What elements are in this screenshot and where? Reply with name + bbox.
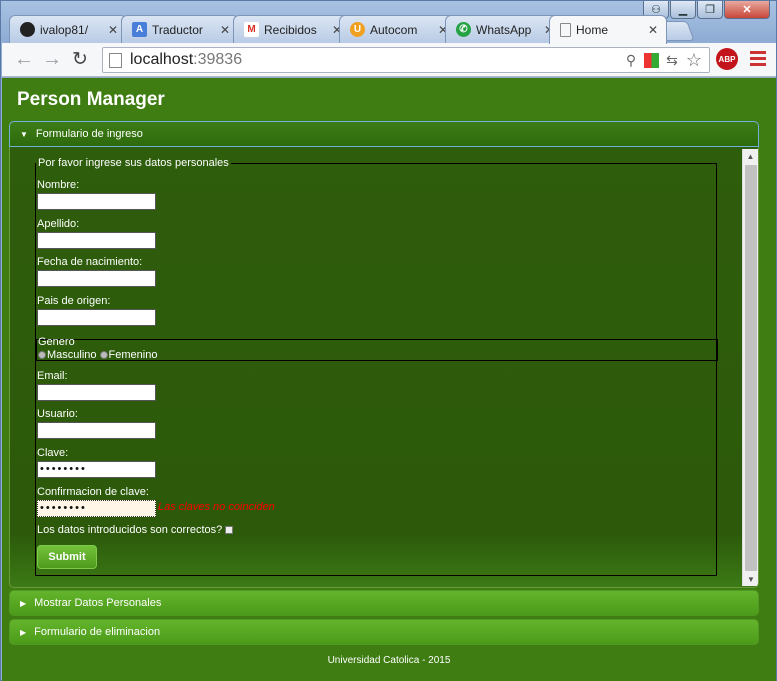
tab-strip: ivalop81/ ✕ A Traductor ✕ M Recibidos ✕ … xyxy=(9,15,769,44)
tab-github[interactable]: ivalop81/ ✕ xyxy=(9,15,127,43)
scroll-thumb[interactable] xyxy=(745,165,757,571)
back-button[interactable]: ← xyxy=(10,46,38,74)
genero-legend: Genero xyxy=(38,336,75,348)
usuario-label: Usuario: xyxy=(37,408,78,420)
browser-window: ⚇ ▁ ❐ ✕ ivalop81/ ✕ A Traductor ✕ M Reci… xyxy=(0,0,777,681)
apellido-label: Apellido: xyxy=(37,218,80,230)
nombre-label: Nombre: xyxy=(37,179,80,191)
page-icon xyxy=(109,52,122,68)
fecha-input[interactable] xyxy=(37,270,156,287)
email-input[interactable] xyxy=(37,384,156,401)
accordion-label: Mostrar Datos Personales xyxy=(34,597,162,609)
autocomplete-icon: U xyxy=(350,22,365,37)
tab-whatsapp[interactable]: ✆ WhatsApp ✕ xyxy=(445,15,563,43)
page-icon xyxy=(560,23,571,37)
zoom-icon[interactable]: ⚲ xyxy=(622,51,640,69)
menu-icon[interactable] xyxy=(750,51,766,66)
scroll-down-icon[interactable]: ▼ xyxy=(743,572,758,586)
password-mismatch-error: Las claves no coinciden xyxy=(158,501,275,513)
tab-traductor[interactable]: A Traductor ✕ xyxy=(121,15,239,43)
pais-input[interactable] xyxy=(37,309,156,326)
accordion-label: Formulario de eliminacion xyxy=(34,626,161,638)
apellido-input[interactable] xyxy=(37,232,156,249)
close-tab-icon[interactable]: ✕ xyxy=(648,23,658,37)
omnibox-icons: ⚲ ⇆ ☆ xyxy=(622,50,703,70)
fecha-label: Fecha de nacimiento: xyxy=(37,256,143,268)
confirm-check-label: Los datos introducidos son correctos? xyxy=(37,524,223,536)
fieldset-legend: Por favor ingrese sus datos personales xyxy=(36,157,231,169)
triangle-right-icon: ▶ xyxy=(20,627,27,637)
translate-icon[interactable]: ⇆ xyxy=(663,51,681,69)
footer-text: Universidad Catolica - 2015 xyxy=(327,655,451,666)
genero-radios: Masculino Femenino xyxy=(38,349,157,361)
url-port: :39836 xyxy=(193,51,243,68)
tab-title: ivalop81/ xyxy=(40,22,89,37)
masculino-label: Masculino xyxy=(47,349,97,361)
tab-title: Home xyxy=(576,23,609,37)
pais-label: Pais de origen: xyxy=(37,295,111,307)
submit-button[interactable]: Submit xyxy=(37,545,97,569)
genero-fieldset: Genero Masculino Femenino xyxy=(36,336,718,361)
accordion-panel-ingreso: Por favor ingrese sus datos personales N… xyxy=(9,147,759,588)
extension-icon[interactable] xyxy=(644,52,659,68)
personal-data-fieldset: Por favor ingrese sus datos personales N… xyxy=(35,157,718,576)
triangle-right-icon: ▶ xyxy=(20,598,27,608)
tab-title: Recibidos xyxy=(264,22,317,37)
accordion-label: Formulario de ingreso xyxy=(35,128,143,140)
tab-title: Traductor xyxy=(152,22,203,37)
address-bar[interactable]: localhost :39836 ⚲ ⇆ ☆ xyxy=(102,47,710,73)
url-host: localhost xyxy=(130,51,194,68)
tab-autocom[interactable]: U Autocom ✕ xyxy=(339,15,457,43)
adblock-icon[interactable]: ABP xyxy=(716,48,738,70)
github-icon xyxy=(20,22,35,37)
confirm-input[interactable]: •••••••• xyxy=(37,500,156,517)
nombre-input[interactable] xyxy=(37,193,156,210)
tab-title: WhatsApp xyxy=(476,22,532,37)
tab-title: Autocom xyxy=(370,22,418,37)
page-title: Person Manager xyxy=(17,89,165,110)
tab-home[interactable]: Home ✕ xyxy=(549,15,667,44)
whatsapp-icon: ✆ xyxy=(456,22,471,37)
femenino-radio[interactable] xyxy=(99,351,108,359)
close-tab-icon[interactable]: ✕ xyxy=(220,23,230,37)
bookmark-star-icon[interactable]: ☆ xyxy=(685,50,703,70)
masculino-radio[interactable] xyxy=(38,351,46,359)
accordion-header-eliminacion[interactable]: ▶ Formulario de eliminacion xyxy=(9,619,759,645)
panel-scrollbar[interactable]: ▲ ▼ xyxy=(742,149,758,586)
clave-input[interactable]: •••••••• xyxy=(37,461,156,478)
confirm-check-row: Los datos introducidos son correctos? xyxy=(37,524,234,536)
accordion-header-mostrar[interactable]: ▶ Mostrar Datos Personales xyxy=(9,590,759,616)
femenino-label: Femenino xyxy=(108,349,158,361)
reload-button[interactable]: ↻ xyxy=(66,46,94,74)
scroll-up-icon[interactable]: ▲ xyxy=(743,149,758,163)
translate-icon: A xyxy=(132,22,147,37)
email-label: Email: xyxy=(37,370,68,382)
usuario-input[interactable] xyxy=(37,422,156,439)
close-tab-icon[interactable]: ✕ xyxy=(108,23,118,37)
accordion-header-ingreso[interactable]: ▼ Formulario de ingreso xyxy=(9,121,759,147)
browser-toolbar: ← → ↻ localhost :39836 ⚲ ⇆ ☆ ABP xyxy=(2,43,776,77)
clave-label: Clave: xyxy=(37,447,69,459)
confirm-checkbox[interactable] xyxy=(225,526,234,535)
triangle-down-icon: ▼ xyxy=(20,129,28,139)
confirm-label: Confirmacion de clave: xyxy=(37,486,149,498)
gmail-icon: M xyxy=(244,22,259,37)
tab-recibidos[interactable]: M Recibidos ✕ xyxy=(233,15,351,43)
page-content: Person Manager ▼ Formulario de ingreso P… xyxy=(2,78,776,681)
forward-button[interactable]: → xyxy=(38,46,66,74)
